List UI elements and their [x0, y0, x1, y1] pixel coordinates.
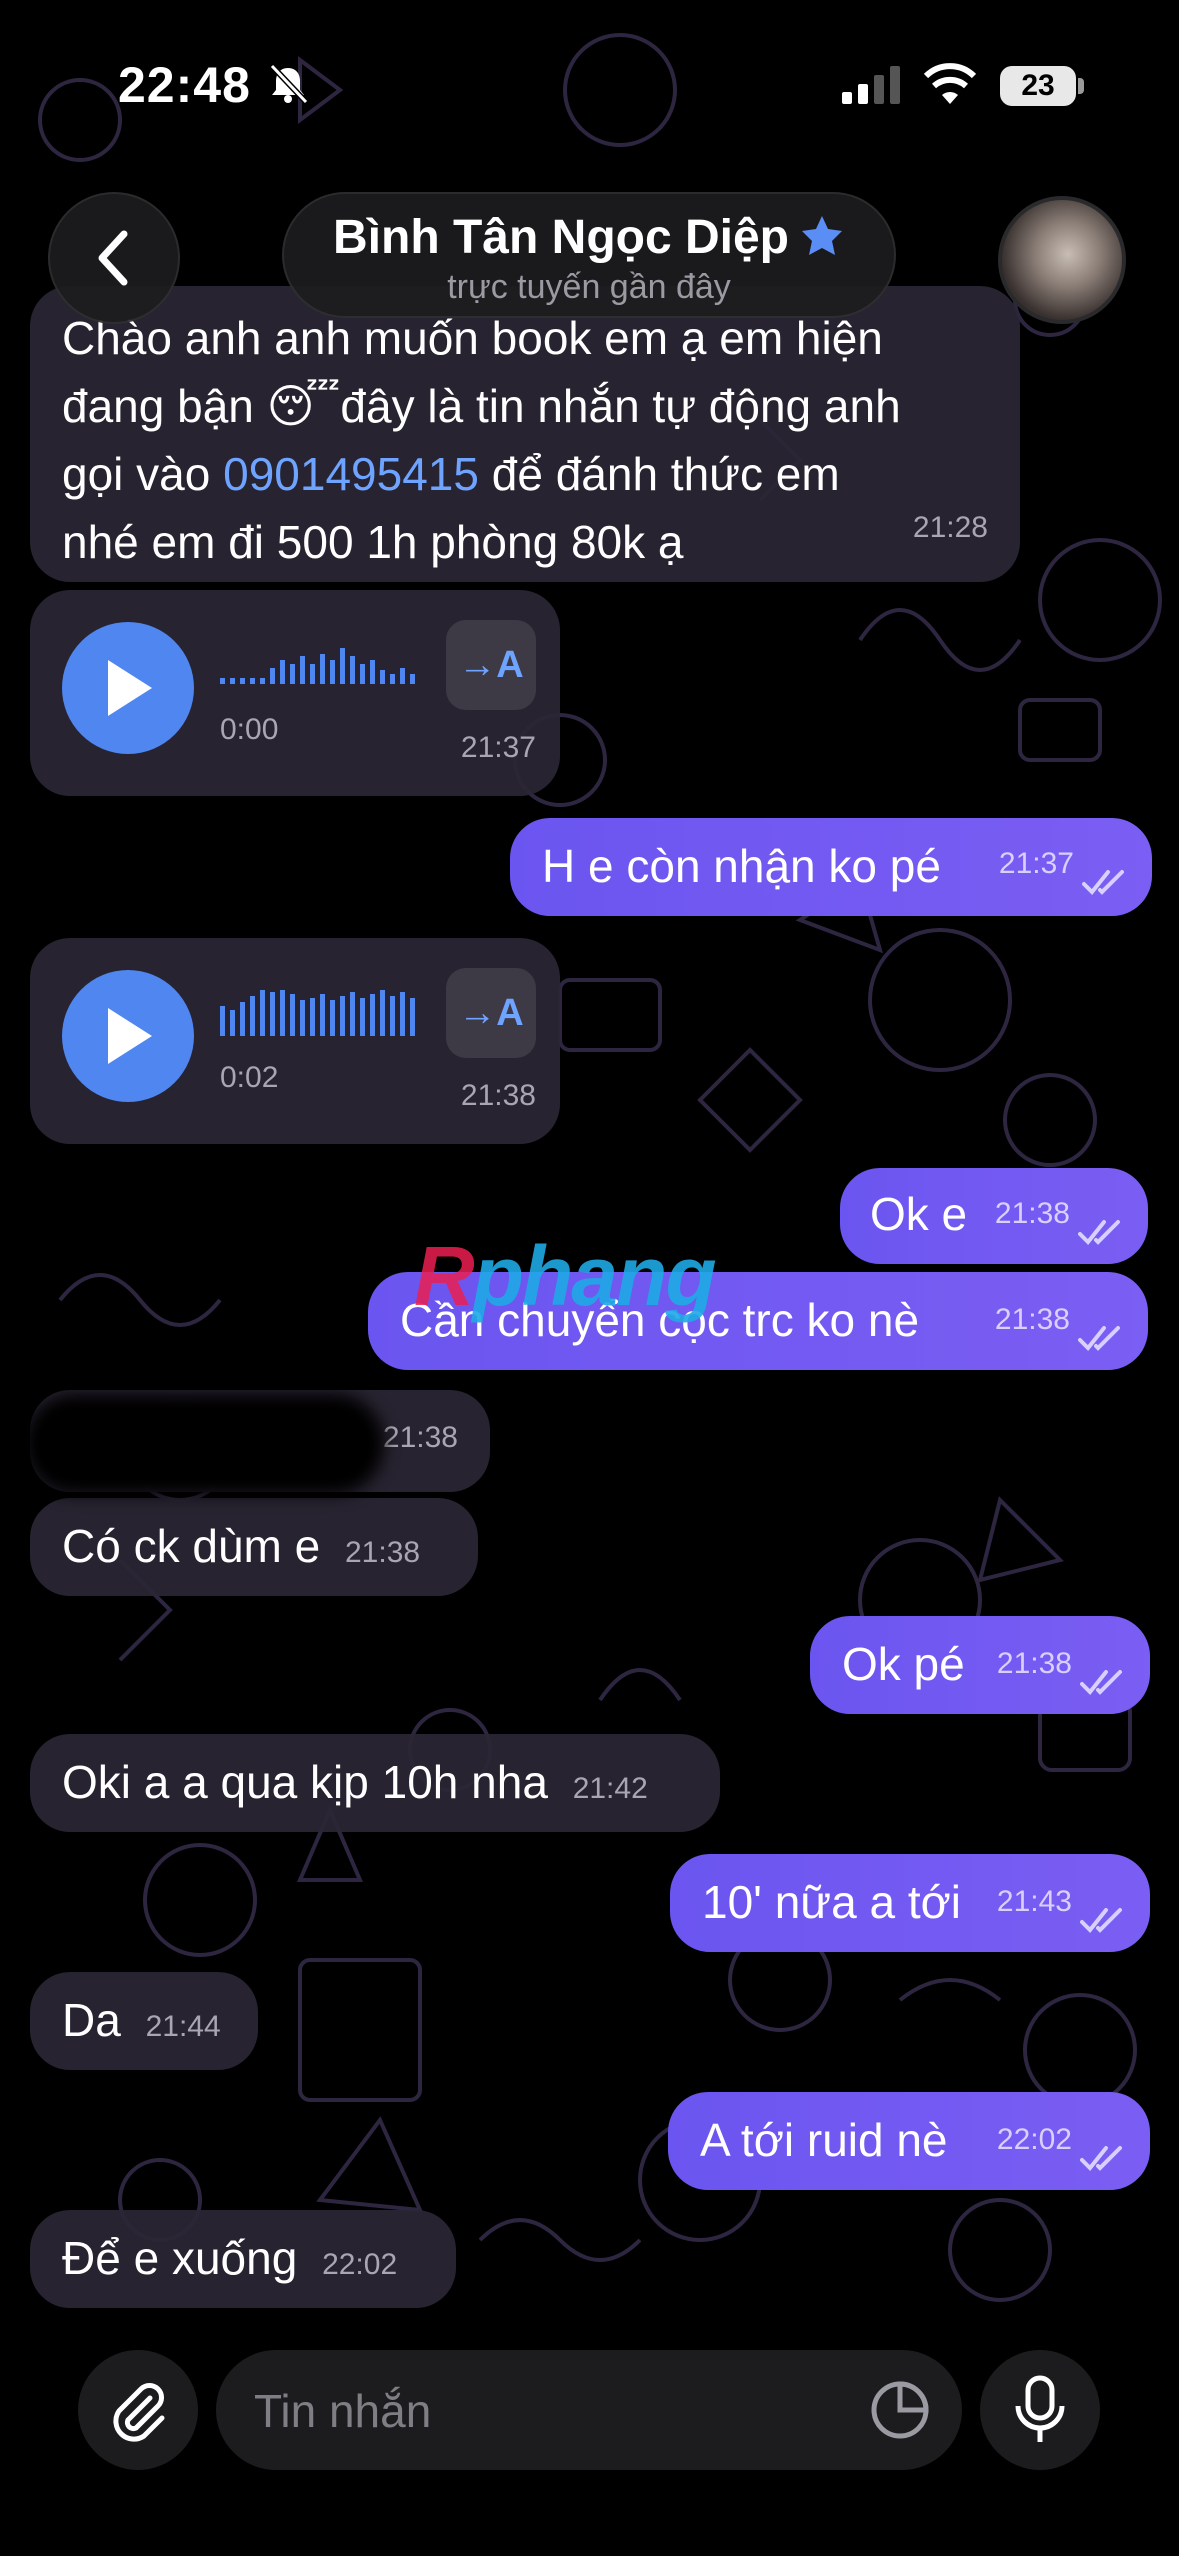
message-text: Oki a a qua kịp 10h nha [62, 1756, 548, 1808]
message-bubble[interactable]: Có ck dùm e 21:38 [30, 1498, 478, 1596]
contact-name: Bình Tân Ngọc Diệp [333, 211, 789, 264]
status-bar: 22:48 23 [0, 0, 1179, 170]
message-bubble[interactable]: A tới ruid nè 22:02 [668, 2092, 1150, 2190]
message-time: 21:42 [572, 1772, 648, 1805]
message-bubble[interactable]: Oki a a qua kịp 10h nha 21:42 [30, 1734, 720, 1832]
message-time: 21:28 [912, 511, 988, 544]
message-text-line: nhé em đi 500 1h phòng 80k ạ [62, 516, 684, 568]
sticker-icon[interactable] [868, 2378, 932, 2442]
message-bubble[interactable]: Để e xuống 22:02 [30, 2210, 456, 2308]
message-bubble[interactable]: 10' nữa a tới 21:43 [670, 1854, 1150, 1952]
message-text: Để e xuống [62, 2232, 298, 2284]
play-icon [108, 660, 152, 716]
message-time: 21:43 [996, 1885, 1072, 1918]
message-bubble[interactable]: Chào anh anh muốn book em ạ em hiện đang… [30, 286, 1020, 582]
transcribe-button[interactable]: →A [446, 620, 536, 710]
message-text-line: gọi vào 0901495415 để đánh thức em [62, 448, 840, 500]
back-button[interactable] [48, 192, 180, 324]
microphone-icon [1015, 2375, 1065, 2442]
message-time: 21:37 [998, 847, 1074, 880]
play-icon [108, 1008, 152, 1064]
transcribe-button[interactable]: →A [446, 968, 536, 1058]
redaction-blur [24, 1394, 384, 1494]
voice-duration: 0:02 [220, 1061, 279, 1094]
double-check-icon [1080, 2146, 1122, 2171]
message-time: 21:38 [994, 1197, 1070, 1230]
message-text: A tới ruid nè [700, 2114, 948, 2166]
message-time: 22:02 [322, 2248, 398, 2281]
paperclip-icon [113, 2383, 165, 2442]
microphone-button[interactable] [980, 2350, 1100, 2470]
double-check-icon [1078, 1220, 1120, 1245]
message-bubble[interactable]: Ok e 21:38 [840, 1168, 1148, 1264]
voice-duration: 0:00 [220, 713, 279, 746]
message-bubble[interactable]: Ok pé 21:38 [810, 1616, 1150, 1714]
signal-icon [842, 66, 900, 104]
status-time: 22:48 [118, 57, 251, 113]
contact-name-row: Bình Tân Ngọc Diệp [284, 210, 894, 265]
message-time: 22:02 [996, 2123, 1072, 2156]
message-text: H e còn nhận ko pé [542, 840, 941, 892]
star-icon [802, 216, 842, 255]
message-input-placeholder: Tin nhắn [254, 2385, 432, 2437]
voice-message[interactable]: 0:02 →A 21:38 [30, 938, 560, 1144]
voice-message[interactable]: 0:00 →A 21:37 [30, 590, 560, 796]
message-time: 21:38 [345, 1536, 421, 1569]
attach-button[interactable] [78, 2350, 198, 2470]
message-time: 21:38 [460, 1079, 536, 1112]
contact-status: trực tuyến gần đây [447, 268, 731, 306]
waveform [220, 990, 415, 1036]
message-text: 10' nữa a tới [702, 1876, 961, 1928]
message-text-line: đang bận 😴đây là tin nhắn tự động anh [62, 380, 901, 432]
watermark-logo: Rphang [414, 1229, 717, 1323]
battery-level: 23 [1000, 66, 1076, 106]
double-check-icon [1082, 870, 1124, 895]
message-time: 21:44 [145, 2010, 221, 2043]
chat-title[interactable]: Bình Tân Ngọc Diệp trực tuyến gần đây [282, 192, 896, 318]
message-time: 21:38 [996, 1647, 1072, 1680]
double-check-icon [1080, 1908, 1122, 1933]
message-bubble[interactable]: H e còn nhận ko pé 21:37 [510, 818, 1152, 916]
avatar[interactable] [998, 196, 1126, 324]
message-time: 21:37 [460, 731, 536, 764]
message-text: Ok pé [842, 1638, 965, 1690]
home-indicator-area [0, 2500, 1179, 2556]
message-text: Ok e [870, 1188, 968, 1240]
message-bubble[interactable]: Da 21:44 [30, 1972, 258, 2070]
wifi-icon [923, 63, 977, 104]
double-check-icon [1080, 1670, 1122, 1695]
phone-link[interactable]: 0901495415 [223, 448, 479, 500]
message-text: Da [62, 1994, 121, 2046]
chevron-left-icon [98, 230, 128, 286]
waveform [220, 648, 415, 684]
double-check-icon [1078, 1326, 1120, 1351]
message-time: 21:38 [382, 1421, 458, 1454]
play-button[interactable] [62, 622, 194, 754]
bell-muted-icon [269, 63, 309, 105]
message-input[interactable]: Tin nhắn [216, 2350, 962, 2470]
message-time: 21:38 [994, 1303, 1070, 1336]
play-button[interactable] [62, 970, 194, 1102]
battery-tip [1078, 78, 1084, 94]
message-text: Có ck dùm e [62, 1520, 321, 1572]
